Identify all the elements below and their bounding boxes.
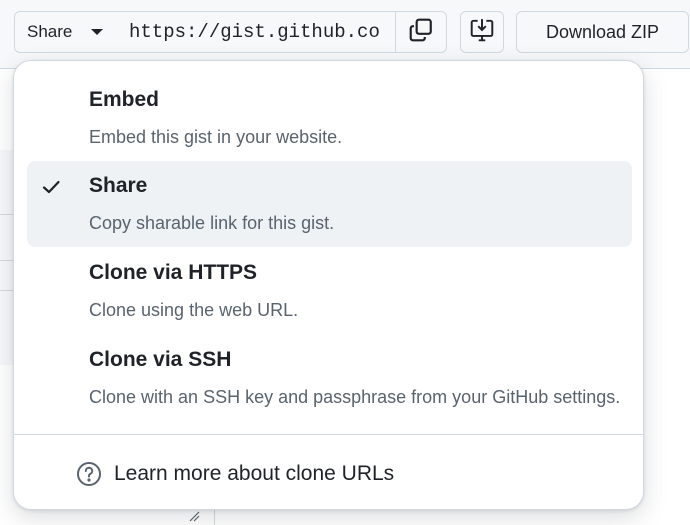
background-divider — [0, 260, 14, 261]
learn-more-label: Learn more about clone URLs — [114, 462, 395, 485]
share-dropdown-button[interactable]: Share — [14, 11, 114, 53]
menu-item-title: Clone via HTTPS — [89, 261, 258, 284]
question-circle-icon — [76, 461, 102, 487]
download-zip-button[interactable]: Download ZIP — [516, 11, 689, 53]
menu-divider — [14, 434, 643, 435]
menu-item-embed[interactable]: Embed Embed this gist in your website. — [27, 75, 632, 161]
menu-item-title: Embed — [89, 88, 160, 111]
open-with-desktop-button[interactable] — [460, 11, 504, 53]
menu-item-description: Embed this gist in your website. — [89, 127, 343, 147]
menu-item-clone-ssh[interactable]: Clone via SSH Clone with an SSH key and … — [27, 335, 632, 421]
share-dropdown-label: Share — [27, 22, 73, 41]
check-icon — [41, 177, 61, 197]
menu-item-description: Clone using the web URL. — [89, 300, 299, 320]
menu-item-title: Share — [89, 174, 148, 197]
desktop-download-icon — [469, 17, 495, 48]
clone-url-input[interactable] — [113, 11, 396, 53]
caret-down-icon — [91, 29, 103, 35]
background-divider — [0, 214, 14, 215]
copy-icon — [408, 17, 434, 48]
background-divider — [0, 290, 14, 291]
share-dropdown-menu: Embed Embed this gist in your website. S… — [13, 60, 644, 510]
menu-item-description: Clone with an SSH key and passphrase fro… — [89, 387, 621, 407]
copy-url-button[interactable] — [395, 11, 447, 53]
learn-more-clone-urls-link[interactable]: Learn more about clone URLs — [76, 460, 394, 488]
menu-item-description: Copy sharable link for this gist. — [89, 213, 335, 233]
menu-item-title: Clone via SSH — [89, 348, 232, 371]
resize-handle-icon[interactable] — [188, 510, 200, 522]
menu-item-share[interactable]: Share Copy sharable link for this gist. — [27, 161, 632, 247]
download-zip-label: Download ZIP — [545, 21, 660, 42]
menu-item-clone-https[interactable]: Clone via HTTPS Clone using the web URL. — [27, 248, 632, 334]
